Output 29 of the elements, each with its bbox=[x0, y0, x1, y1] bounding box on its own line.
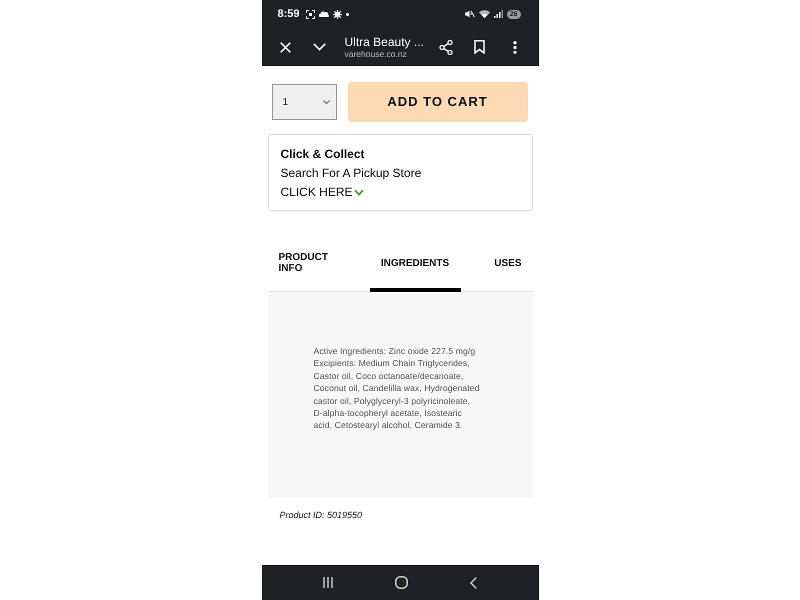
frame-icon bbox=[306, 10, 315, 18]
signal-icon bbox=[494, 10, 503, 18]
wifi-icon bbox=[478, 10, 490, 18]
ingredients-text: Active Ingredients: Zinc oxide 227.5 mg/g Excipients: Medium Chain Triglycerides, Castor oil, Coco octanoate/decanoate, Coconut oil, Candelilla wax, Hydrogenated castor oil, Polyglyceryl-3 polyricinoleate, D-alpha-tocopheryl acetate, Isostearic acid, Cetostearyl alcohol, Ceramide 3. bbox=[314, 345, 481, 432]
chevron-down-icon bbox=[322, 100, 330, 104]
close-icon[interactable] bbox=[280, 42, 290, 52]
bookmark-icon[interactable] bbox=[474, 40, 484, 54]
card-subtitle: Search For A Pickup Store bbox=[280, 165, 422, 182]
cloud-icon bbox=[318, 11, 329, 17]
tab[interactable]: USES bbox=[460, 241, 532, 292]
page-url: varehouse.co.nz bbox=[344, 48, 408, 60]
home-icon[interactable] bbox=[394, 576, 408, 589]
status-time: 8:59 bbox=[278, 6, 300, 22]
page-title: Ultra Beauty ... bbox=[344, 34, 425, 48]
add-to-cart-button[interactable]: ADD TO CART bbox=[348, 82, 528, 122]
chevron-down-icon[interactable] bbox=[312, 43, 326, 51]
mute-icon bbox=[464, 10, 475, 18]
quantity-select[interactable]: 1 bbox=[272, 84, 336, 120]
card-title: Click & Collect bbox=[280, 146, 366, 163]
back-icon[interactable] bbox=[470, 576, 478, 588]
product-id: Product ID: 5019550 bbox=[278, 509, 364, 522]
more-icon[interactable] bbox=[512, 40, 516, 54]
click-here-link[interactable]: CLICK HERE bbox=[280, 183, 364, 202]
gear-icon bbox=[332, 10, 342, 18]
share-icon[interactable] bbox=[438, 40, 452, 54]
chevron-down-icon bbox=[354, 189, 364, 196]
recent-apps-icon[interactable] bbox=[322, 577, 333, 588]
tab[interactable]: PRODUCT INFO bbox=[268, 241, 370, 292]
dot-icon bbox=[346, 12, 349, 16]
